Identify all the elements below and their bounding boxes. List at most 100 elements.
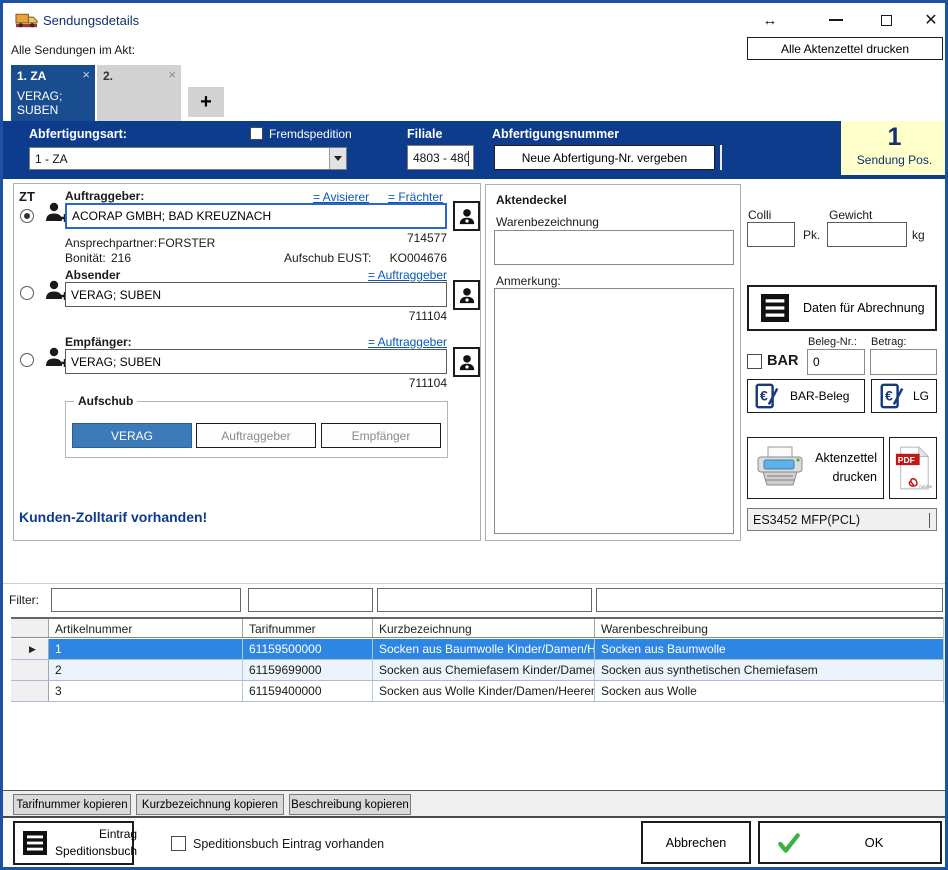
person-icon xyxy=(458,353,476,371)
empfaenger-contact-button[interactable] xyxy=(453,347,480,377)
absender-auftraggeber-link[interactable]: = Auftraggeber xyxy=(343,268,447,282)
table-row[interactable]: 2 61159699000 Socken aus Chemiefasem Kin… xyxy=(11,660,943,681)
ok-button[interactable]: OK xyxy=(758,821,942,864)
column-header-artikelnummer[interactable]: Artikelnummer xyxy=(49,619,243,637)
minimize-icon[interactable] xyxy=(821,7,851,33)
aufschub-empfaenger-button[interactable]: Empfänger xyxy=(321,423,441,448)
anmerkung-textarea[interactable] xyxy=(494,288,734,534)
aufschub-verag-button[interactable]: VERAG xyxy=(72,423,192,448)
empfaenger-input[interactable] xyxy=(65,349,447,374)
person-icon xyxy=(458,286,476,304)
auftraggeber-kundennummer: 714577 xyxy=(343,231,447,245)
shipment-tab-2[interactable]: 2. × xyxy=(97,65,181,121)
absender-input[interactable] xyxy=(65,282,447,307)
speditionsbuch-checkbox[interactable] xyxy=(171,836,186,851)
beleg-nr-input[interactable] xyxy=(807,349,865,375)
app-truck-icon xyxy=(15,11,38,30)
tab-close-icon[interactable]: × xyxy=(168,67,176,82)
lg-button[interactable]: € LG xyxy=(871,379,937,413)
betrag-input[interactable] xyxy=(870,349,937,375)
kg-label: kg xyxy=(912,228,925,242)
empfaenger-kundennummer: 711104 xyxy=(343,376,447,390)
maximize-icon[interactable] xyxy=(871,7,901,33)
pdf-icon: PDF Adobe xyxy=(894,445,932,491)
absender-radio[interactable] xyxy=(20,286,34,300)
chevron-down-icon xyxy=(929,513,936,527)
gewicht-label: Gewicht xyxy=(829,208,872,222)
print-all-aktenzettel-button[interactable]: Alle Aktenzettel drucken xyxy=(747,37,943,60)
bar-checkbox[interactable] xyxy=(747,354,762,369)
check-icon xyxy=(776,830,802,856)
filter-warenbeschreibung-input[interactable] xyxy=(596,588,943,612)
filter-tarifnummer-input[interactable] xyxy=(248,588,373,612)
table-row[interactable]: 3 61159400000 Socken aus Wolle Kinder/Da… xyxy=(11,681,943,702)
aufschub-eust-label: Aufschub EUST: xyxy=(284,251,371,265)
anmerkung-label: Anmerkung: xyxy=(496,274,561,288)
eintrag-speditionsbuch-button[interactable]: Eintrag Speditionsbuch xyxy=(13,821,134,865)
grid-scrollbar[interactable] xyxy=(943,617,948,703)
list-icon xyxy=(23,831,47,855)
empfaenger-radio[interactable] xyxy=(20,353,34,367)
copy-buttons-bar: Tarifnummer kopieren Kurzbezeichnung kop… xyxy=(3,790,945,817)
bar-beleg-button[interactable]: € BAR-Beleg xyxy=(747,379,865,413)
person-icon xyxy=(458,207,476,225)
pdf-button[interactable]: PDF Adobe xyxy=(889,437,937,499)
svg-text:€: € xyxy=(760,388,768,404)
aufschub-auftraggeber-button[interactable]: Auftraggeber xyxy=(196,423,316,448)
drucker-select[interactable]: ES3452 MFP(PCL) xyxy=(747,508,937,531)
footer-divider xyxy=(3,816,945,818)
tab-close-icon[interactable]: × xyxy=(82,67,90,82)
drucker-value: ES3452 MFP(PCL) xyxy=(748,513,929,527)
empfaenger-label: Empfänger: xyxy=(65,335,132,349)
colli-input[interactable] xyxy=(747,222,795,247)
absender-kundennummer: 711104 xyxy=(343,309,447,323)
cancel-button[interactable]: Abbrechen xyxy=(641,821,751,864)
grid-selector-header xyxy=(11,619,49,637)
aufschub-group: Aufschub VERAG Auftraggeber Empfänger xyxy=(65,401,448,458)
auftraggeber-contact-button[interactable] xyxy=(453,201,480,231)
euro-receipt-icon: € xyxy=(754,382,780,410)
grid-header-row: Artikelnummer Tarifnummer Kurzbezeichnun… xyxy=(11,617,943,638)
fremdspedition-checkbox[interactable] xyxy=(250,127,263,140)
dropdown-arrow-icon[interactable] xyxy=(329,148,346,169)
filiale-select[interactable]: 4803 - 480 xyxy=(407,145,474,170)
shipment-tab-1[interactable]: 1. ZA VERAG; SUBEN × xyxy=(11,65,95,121)
copy-tarifnummer-button[interactable]: Tarifnummer kopieren xyxy=(13,794,131,815)
auftraggeber-input[interactable] xyxy=(65,203,447,229)
pk-label: Pk. xyxy=(803,228,820,242)
column-header-tarifnummer[interactable]: Tarifnummer xyxy=(243,619,373,637)
column-header-warenbeschreibung[interactable]: Warenbeschreibung xyxy=(595,619,943,637)
column-header-kurzbezeichnung[interactable]: Kurzbezeichnung xyxy=(373,619,595,637)
close-icon[interactable]: ✕ xyxy=(916,7,946,33)
abfertigungsnummer-label: Abfertigungsnummer xyxy=(492,127,619,141)
empfaenger-auftraggeber-link[interactable]: = Auftraggeber xyxy=(343,335,447,349)
tab-title: 1. ZA xyxy=(17,69,89,83)
printer-icon xyxy=(754,445,806,491)
resize-icon[interactable]: ↔ xyxy=(755,7,785,33)
band-divider xyxy=(720,145,722,170)
filiale-value: 4803 - 480 xyxy=(408,151,468,165)
neue-abfertigungsnummer-button[interactable]: Neue Abfertigung-Nr. vergeben xyxy=(494,145,715,170)
filter-artikelnummer-input[interactable] xyxy=(51,588,241,612)
abfertigungsart-select[interactable]: 1 - ZA xyxy=(29,147,347,170)
avisierer-link[interactable]: = Avisierer xyxy=(313,190,369,204)
daten-abrechnung-button[interactable]: Daten für Abrechnung xyxy=(747,285,937,331)
tab-line2: VERAG; xyxy=(17,89,89,103)
filter-label: Filter: xyxy=(9,593,39,607)
filiale-label: Filiale xyxy=(407,127,442,141)
warenbezeichnung-input[interactable] xyxy=(494,230,734,265)
aufschub-legend: Aufschub xyxy=(74,394,137,408)
copy-beschreibung-button[interactable]: Beschreibung kopieren xyxy=(289,794,411,815)
abfertigungsart-value: 1 - ZA xyxy=(30,152,329,166)
auftraggeber-radio[interactable] xyxy=(20,209,34,223)
aktenzettel-drucken-button[interactable]: Aktenzettel drucken xyxy=(747,437,884,499)
gewicht-input[interactable] xyxy=(827,222,907,247)
bar-label: BAR xyxy=(767,353,798,369)
bonitaet-value: 216 xyxy=(111,251,131,265)
add-shipment-tab-button[interactable]: + xyxy=(188,87,224,117)
filter-kurzbezeichnung-input[interactable] xyxy=(377,588,592,612)
fraechter-link[interactable]: = Frächter xyxy=(388,190,443,204)
copy-kurzbezeichnung-button[interactable]: Kurzbezeichnung kopieren xyxy=(136,794,284,815)
table-row[interactable]: ▶ 1 61159500000 Socken aus Baumwolle Kin… xyxy=(11,639,943,660)
absender-contact-button[interactable] xyxy=(453,280,480,310)
